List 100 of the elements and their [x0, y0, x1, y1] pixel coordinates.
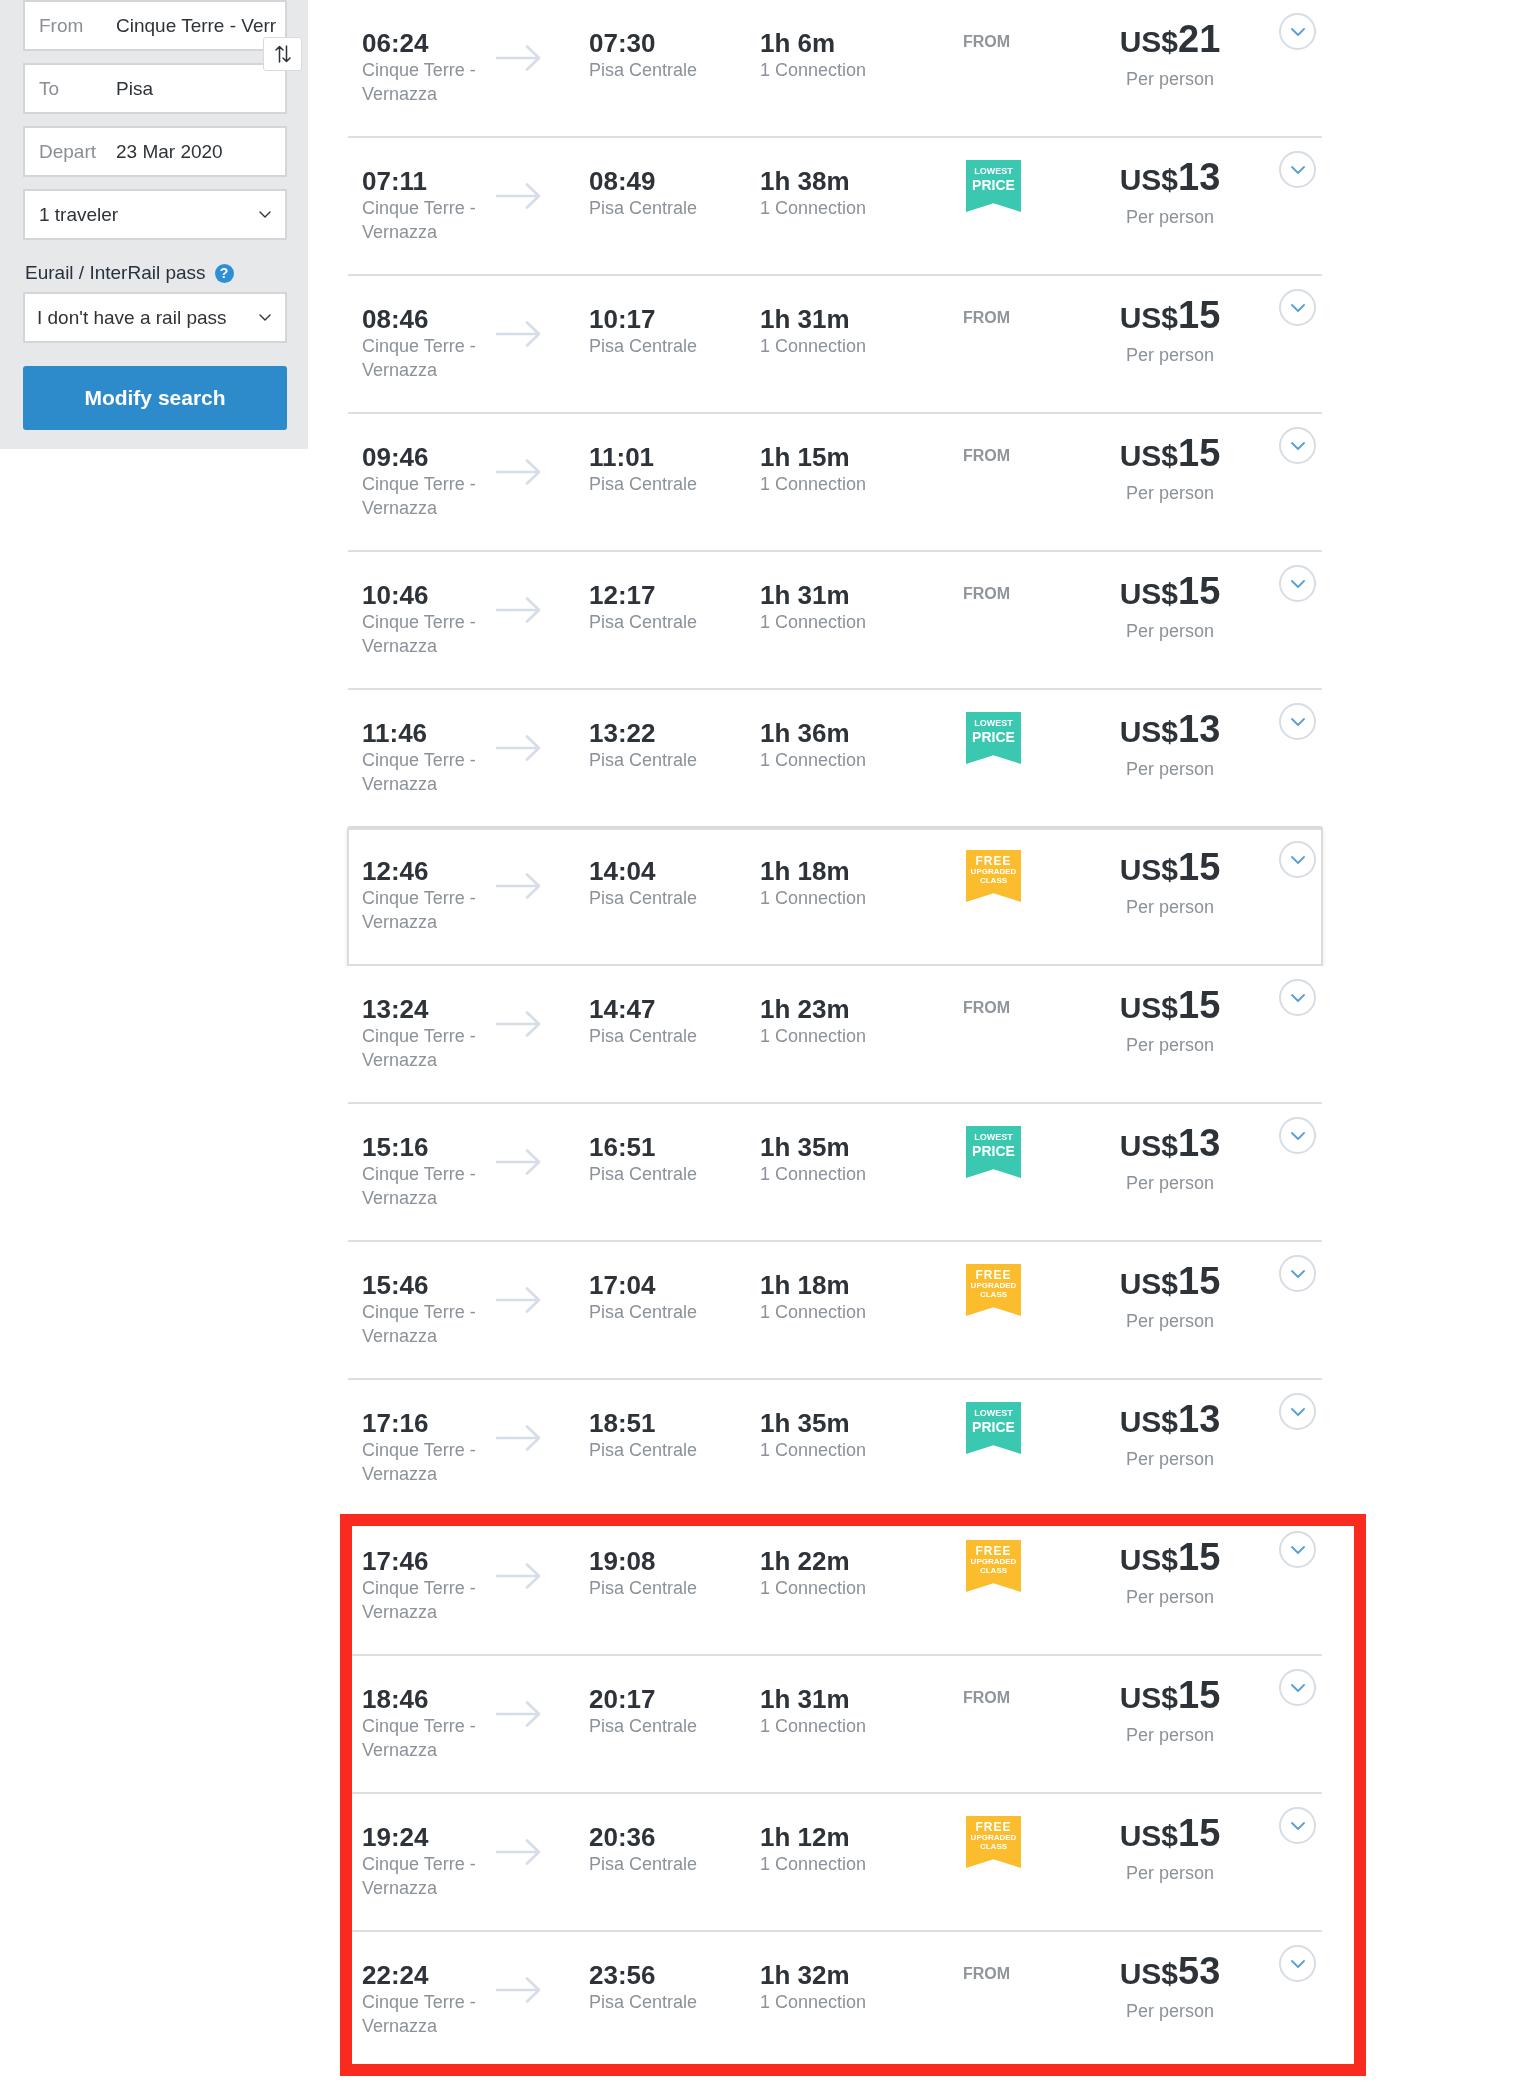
expand-button[interactable] [1279, 565, 1316, 602]
price-note: Per person [1125, 1586, 1215, 1609]
expand-button[interactable] [1279, 1945, 1316, 1982]
departure-time: 17:16 [362, 1408, 429, 1438]
price: US$15 [1119, 1537, 1221, 1580]
expand-button[interactable] [1279, 1393, 1316, 1430]
price-note: Per person [1125, 1172, 1215, 1195]
departure-time: 22:24 [362, 1960, 429, 1990]
destination-station: Pisa Centrale [589, 473, 698, 496]
chevron-down-icon [1290, 717, 1305, 726]
from-field[interactable]: From Cinque Terre - Verr [23, 0, 287, 51]
destination-station: Pisa Centrale [589, 1991, 698, 2014]
from-label: FROM [963, 1688, 1011, 1708]
expand-button[interactable] [1279, 1117, 1316, 1154]
expand-button[interactable] [1279, 1531, 1316, 1568]
arrow-right-icon [496, 1839, 541, 1865]
price-note: Per person [1125, 68, 1215, 91]
connections: 1 Connection [760, 1715, 867, 1738]
arrival-time: 18:51 [589, 1408, 656, 1438]
chevron-down-icon [1290, 579, 1305, 588]
expand-button[interactable] [1279, 1255, 1316, 1292]
price: US$15 [1119, 295, 1221, 338]
departure-time: 19:24 [362, 1822, 429, 1852]
arrow-right-icon [496, 459, 541, 485]
expand-button[interactable] [1279, 703, 1316, 740]
connections: 1 Connection [760, 749, 867, 772]
from-label: FROM [963, 32, 1011, 52]
origin-station: Cinque Terre - Vernazza [362, 1025, 477, 1072]
duration: 1h 36m [760, 718, 850, 748]
destination-station: Pisa Centrale [589, 1715, 698, 1738]
arrival-time: 08:49 [589, 166, 656, 196]
arrow-right-icon [496, 321, 541, 347]
price: US$13 [1119, 709, 1221, 752]
price-note: Per person [1125, 206, 1215, 229]
departure-time: 17:46 [362, 1546, 429, 1576]
from-label: FROM [963, 1964, 1011, 1984]
arrival-time: 07:30 [589, 28, 656, 58]
field-value: Cinque Terre - Verr [116, 14, 277, 37]
price: US$21 [1119, 19, 1221, 62]
ribbon-badge: FREE UPGRADED CLASS [966, 1816, 1021, 1868]
arrow-right-icon [496, 1425, 541, 1451]
price-note: Per person [1125, 1034, 1215, 1057]
duration: 1h 22m [760, 1546, 850, 1576]
price-note: Per person [1125, 482, 1215, 505]
traveler-select[interactable]: 1 traveler [23, 189, 287, 240]
price-note: Per person [1125, 1862, 1215, 1885]
price: US$15 [1119, 1675, 1221, 1718]
rail-pass-select[interactable]: I don't have a rail pass [23, 292, 287, 343]
expand-button[interactable] [1279, 1807, 1316, 1844]
connections: 1 Connection [760, 1025, 867, 1048]
departure-time: 06:24 [362, 28, 429, 58]
arrow-right-icon [496, 1701, 541, 1727]
price: US$15 [1119, 571, 1221, 614]
modify-search-button[interactable]: Modify search [23, 366, 287, 430]
arrival-time: 14:04 [589, 856, 656, 886]
arrow-right-icon [496, 597, 541, 623]
result-row[interactable]: 12:46 Cinque Terre - Vernazza 14:04 Pisa Centrale 1h 18m 1 Connection FREE UPGRADED CLASS US$15 Per person [347, 828, 1323, 966]
departure-time: 07:11 [362, 166, 428, 196]
destination-station: Pisa Centrale [589, 1853, 698, 1876]
departure-time: 09:46 [362, 442, 429, 472]
destination-station: Pisa Centrale [589, 611, 698, 634]
arrow-right-icon [496, 1011, 541, 1037]
duration: 1h 31m [760, 304, 850, 334]
arrival-time: 20:36 [589, 1822, 656, 1852]
expand-button[interactable] [1279, 151, 1316, 188]
duration: 1h 32m [760, 1960, 850, 1990]
chevron-down-icon [259, 314, 271, 321]
destination-station: Pisa Centrale [589, 1301, 698, 1324]
chevron-down-icon [1290, 1131, 1305, 1140]
destination-station: Pisa Centrale [589, 887, 698, 910]
origin-station: Cinque Terre - Vernazza [362, 1991, 477, 2038]
connections: 1 Connection [760, 1301, 867, 1324]
origin-station: Cinque Terre - Vernazza [362, 473, 477, 520]
duration: 1h 18m [760, 856, 850, 886]
price-note: Per person [1125, 344, 1215, 367]
depart-field[interactable]: Depart 23 Mar 2020 [23, 126, 287, 177]
expand-button[interactable] [1279, 841, 1316, 878]
expand-button[interactable] [1279, 289, 1316, 326]
swap-button[interactable] [263, 37, 302, 71]
to-field[interactable]: To Pisa [23, 63, 287, 114]
duration: 1h 23m [760, 994, 850, 1024]
arrival-time: 13:22 [589, 718, 656, 748]
price: US$15 [1119, 433, 1221, 476]
expand-button[interactable] [1279, 1669, 1316, 1706]
duration: 1h 6m [760, 28, 836, 58]
arrival-time: 10:17 [589, 304, 656, 334]
expand-button[interactable] [1279, 979, 1316, 1016]
from-label: FROM [963, 308, 1011, 328]
swap-arrows-icon [274, 45, 291, 63]
chevron-down-icon [1290, 1269, 1305, 1278]
origin-station: Cinque Terre - Vernazza [362, 335, 477, 382]
expand-button[interactable] [1279, 427, 1316, 464]
destination-station: Pisa Centrale [589, 1439, 698, 1462]
origin-station: Cinque Terre - Vernazza [362, 887, 477, 934]
ribbon-badge: LOWEST PRICE [966, 1402, 1021, 1454]
destination-station: Pisa Centrale [589, 1025, 698, 1048]
field-value: Pisa [116, 77, 153, 100]
field-label: Depart [39, 140, 98, 163]
expand-button[interactable] [1279, 13, 1316, 50]
connections: 1 Connection [760, 59, 867, 82]
